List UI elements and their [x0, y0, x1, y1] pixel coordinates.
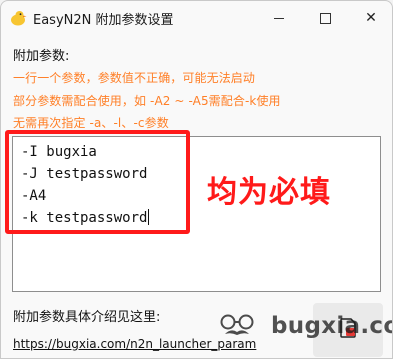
glasses-mustache-logo [220, 314, 254, 335]
docs-link[interactable]: https://bugxia.com/n2n_launcher_param [13, 337, 256, 351]
required-annotation: 均为必填 [207, 175, 331, 210]
watermark-text: bugxia.com [271, 313, 392, 339]
minimize-button[interactable] [256, 1, 302, 35]
hint-line-1: 一行一个参数，参数值不正确，可能无法启动 [13, 71, 256, 85]
maximize-button[interactable] [302, 1, 348, 35]
footer-label: 附加参数具体介绍见这里: [13, 310, 161, 325]
minimize-icon [274, 17, 284, 19]
hint-line-3: 无需再次指定 -a、-l、-c参数 [13, 116, 169, 130]
close-button[interactable]: ✕ [348, 1, 392, 35]
hint-line-2: 部分参数需配合使用，如 -A2 ~ -A5需配合-k使用 [13, 94, 281, 108]
close-icon: ✕ [365, 10, 377, 26]
app-window: EasyN2N 附加参数设置 ✕ 附加参数: 一行一个参数，参数值不正确，可能无… [0, 0, 393, 359]
maximize-icon [319, 12, 331, 24]
highlight-box [5, 130, 190, 234]
params-section-label: 附加参数: [13, 49, 70, 64]
duck-icon [11, 11, 27, 26]
watermark: bugxia.com [215, 313, 392, 339]
window-title: EasyN2N 附加参数设置 [33, 13, 174, 28]
title-bar[interactable]: EasyN2N 附加参数设置 ✕ [1, 1, 392, 35]
